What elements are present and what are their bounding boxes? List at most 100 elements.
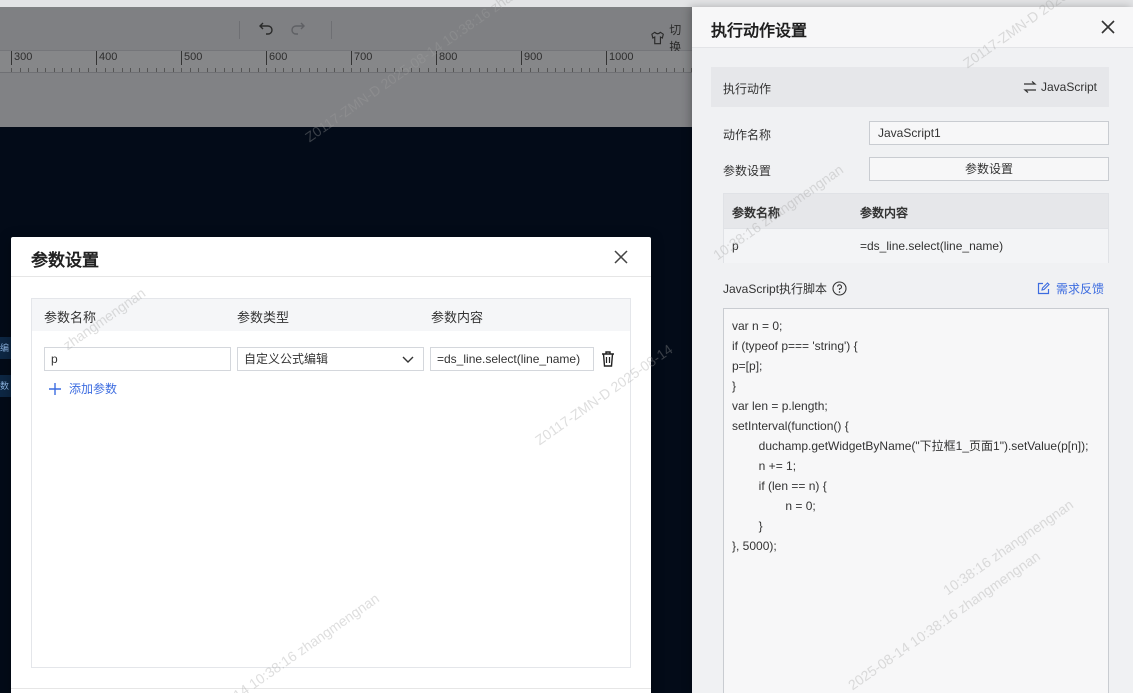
- ruler-tick: [96, 68, 97, 72]
- dialog-footer-divider: [11, 688, 651, 689]
- ruler-tick: [453, 68, 454, 72]
- ruler-mark: 400: [96, 51, 117, 65]
- switch-label: 切换: [669, 23, 682, 54]
- ruler-tick: [198, 68, 199, 72]
- ruler-tick: [274, 68, 276, 72]
- ruler-tick: [657, 68, 658, 72]
- param-content-input[interactable]: =ds_line.select(line_name): [430, 347, 594, 371]
- ruler-tick: [436, 68, 437, 72]
- ruler-tick: [53, 68, 55, 72]
- top-strip: [0, 0, 1133, 7]
- ruler-tick: [359, 68, 361, 72]
- ruler-tick: [597, 68, 599, 72]
- ruler-tick: [410, 68, 412, 72]
- ruler-tick: [308, 68, 310, 72]
- ruler-tick: [631, 68, 633, 72]
- ruler-tick: [589, 68, 590, 72]
- add-param-button[interactable]: 添加参数: [49, 380, 117, 397]
- param-settings-dialog: 参数设置 参数名称 参数类型 参数内容 p 自定义公式编辑 =ds_line.s…: [11, 237, 651, 693]
- ruler-tick: [614, 68, 616, 72]
- undo-icon[interactable]: [255, 19, 277, 41]
- action-type-switch[interactable]: JavaScript: [1023, 80, 1097, 94]
- ruler-mark: 900: [521, 51, 542, 65]
- ruler-tick: [648, 68, 650, 72]
- ruler-tick: [521, 68, 522, 72]
- edit-icon: [1037, 282, 1050, 295]
- ruler-tick: [215, 68, 216, 72]
- ruler-tick: [70, 68, 72, 72]
- ruler-tick: [266, 68, 267, 72]
- ruler-tick: [402, 68, 403, 72]
- ruler-tick: [385, 68, 386, 72]
- script-label: JavaScript执行脚本: [723, 282, 828, 296]
- ruler-tick: [62, 68, 63, 72]
- switch-button[interactable]: 切换: [650, 21, 692, 55]
- ruler-tick: [28, 68, 29, 72]
- ruler-tick: [155, 68, 157, 72]
- help-icon[interactable]: [832, 281, 847, 296]
- param-name-input[interactable]: p: [44, 347, 231, 371]
- editor-toolbar: 切换: [0, 7, 692, 54]
- ruler-tick: [334, 68, 335, 72]
- table-header: 参数名称 参数类型 参数内容: [32, 299, 630, 331]
- action-label: 执行动作: [723, 82, 772, 96]
- ruler-tick: [249, 68, 250, 72]
- ruler-tick: [164, 68, 165, 72]
- table-cell: =ds_line.select(line_name): [860, 239, 1004, 253]
- panel-title: 执行动作设置: [711, 23, 808, 40]
- ruler-tick: [291, 68, 293, 72]
- canvas-margin: [0, 73, 692, 127]
- ruler-tick: [376, 68, 378, 72]
- ruler-tick: [419, 68, 420, 72]
- ruler-tick: [45, 68, 46, 72]
- ruler-tick: [555, 68, 556, 72]
- param-summary-table: 参数名称 参数内容 p =ds_line.select(line_name): [723, 193, 1109, 263]
- column-header: 参数内容: [431, 310, 484, 325]
- ruler-tick: [512, 68, 514, 72]
- ruler-tick: [104, 68, 106, 72]
- action-type-row[interactable]: 执行动作 JavaScript: [711, 67, 1109, 107]
- ruler-tick: [317, 68, 318, 72]
- ruler-tick: [572, 68, 573, 72]
- ruler-tick: [427, 68, 429, 72]
- ruler-tick: [113, 68, 114, 72]
- ruler-tick: [470, 68, 471, 72]
- column-header: 参数名称: [732, 206, 781, 220]
- ruler-mark: 300: [11, 51, 32, 65]
- ruler-mark: 700: [351, 51, 372, 65]
- trash-icon[interactable]: [601, 351, 615, 367]
- ruler-mark: 600: [266, 51, 287, 65]
- script-label-row: JavaScript执行脚本: [723, 280, 847, 297]
- ruler-tick: [563, 68, 565, 72]
- ruler-tick: [300, 68, 301, 72]
- ruler-mark: 1000: [606, 51, 633, 65]
- action-settings-panel: 执行动作设置 执行动作 JavaScript 动作名称 JavaScript1 …: [692, 7, 1133, 693]
- param-type-select[interactable]: 自定义公式编辑: [237, 347, 424, 371]
- add-param-label: 添加参数: [69, 382, 118, 396]
- column-header: 参数内容: [860, 206, 909, 220]
- ruler-tick: [580, 68, 582, 72]
- action-type-value: JavaScript: [1040, 80, 1097, 94]
- close-icon[interactable]: [611, 247, 631, 267]
- ruler-tick: [87, 68, 89, 72]
- ruler-tick: [393, 68, 395, 72]
- ruler-tick: [206, 68, 208, 72]
- ruler-tick: [538, 68, 539, 72]
- script-editor[interactable]: var n = 0; if (typeof p=== 'string') { p…: [723, 308, 1109, 693]
- action-name-input[interactable]: JavaScript1: [869, 121, 1109, 145]
- chevron-down-icon: [402, 356, 414, 363]
- redo-icon[interactable]: [287, 19, 309, 41]
- ruler-tick: [606, 68, 607, 72]
- ruler-tick: [172, 68, 174, 72]
- toolbar-separator: [239, 21, 240, 39]
- ruler-tick: [444, 68, 446, 72]
- feedback-link[interactable]: 需求反馈: [1037, 280, 1104, 297]
- ruler-tick: [189, 68, 191, 72]
- plus-icon: [49, 382, 61, 395]
- panel-header: 执行动作设置: [692, 7, 1133, 48]
- param-settings-button[interactable]: 参数设置: [869, 157, 1109, 181]
- action-name-label: 动作名称: [723, 128, 772, 142]
- close-icon[interactable]: [1099, 18, 1117, 36]
- table-header: 参数名称 参数内容: [724, 194, 1108, 228]
- table-cell: p: [732, 239, 739, 253]
